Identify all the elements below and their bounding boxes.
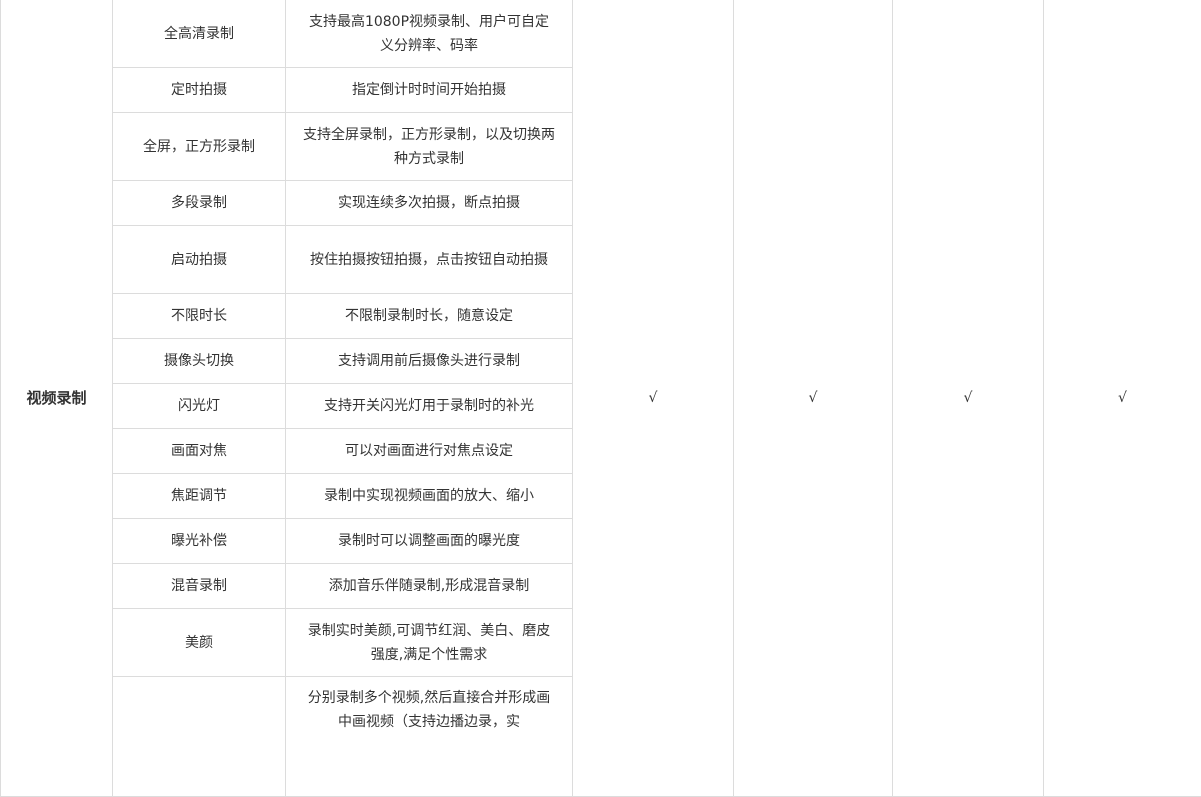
feature-description: 按住拍摄按钮拍摄，点击按钮自动拍摄	[286, 226, 573, 294]
feature-description: 支持调用前后摄像头进行录制	[286, 339, 573, 384]
feature-description: 支持最高1080P视频录制、用户可自定义分辨率、码率	[286, 0, 573, 68]
feature-table: 视频录制 全高清录制 支持最高1080P视频录制、用户可自定义分辨率、码率 √ …	[0, 0, 1201, 797]
feature-name: 多段录制	[113, 181, 286, 226]
feature-name: 全屏，正方形录制	[113, 113, 286, 181]
feature-description: 不限制录制时长，随意设定	[286, 294, 573, 339]
feature-description: 分别录制多个视频,然后直接合并形成画中画视频（支持边播边录，实	[286, 677, 573, 797]
feature-name: 定时拍摄	[113, 68, 286, 113]
feature-description: 可以对画面进行对焦点设定	[286, 429, 573, 474]
check-mark: √	[1044, 0, 1201, 797]
feature-description: 实现连续多次拍摄，断点拍摄	[286, 181, 573, 226]
check-mark: √	[893, 0, 1044, 797]
feature-name: 美颜	[113, 609, 286, 677]
category-cell: 视频录制	[1, 0, 113, 797]
feature-name: 摄像头切换	[113, 339, 286, 384]
feature-description: 指定倒计时时间开始拍摄	[286, 68, 573, 113]
check-mark: √	[573, 0, 734, 797]
feature-name: 启动拍摄	[113, 226, 286, 294]
feature-description: 录制时可以调整画面的曝光度	[286, 519, 573, 564]
table-row: 视频录制 全高清录制 支持最高1080P视频录制、用户可自定义分辨率、码率 √ …	[1, 0, 1201, 68]
feature-description: 添加音乐伴随录制,形成混音录制	[286, 564, 573, 609]
feature-name	[113, 677, 286, 797]
feature-name: 焦距调节	[113, 474, 286, 519]
feature-name: 画面对焦	[113, 429, 286, 474]
feature-description: 支持全屏录制，正方形录制，以及切换两种方式录制	[286, 113, 573, 181]
feature-description: 录制中实现视频画面的放大、缩小	[286, 474, 573, 519]
feature-name: 曝光补偿	[113, 519, 286, 564]
feature-name: 不限时长	[113, 294, 286, 339]
feature-name: 全高清录制	[113, 0, 286, 68]
feature-description: 录制实时美颜,可调节红润、美白、磨皮强度,满足个性需求	[286, 609, 573, 677]
feature-name: 混音录制	[113, 564, 286, 609]
check-mark: √	[734, 0, 893, 797]
feature-description: 支持开关闪光灯用于录制时的补光	[286, 384, 573, 429]
feature-name: 闪光灯	[113, 384, 286, 429]
